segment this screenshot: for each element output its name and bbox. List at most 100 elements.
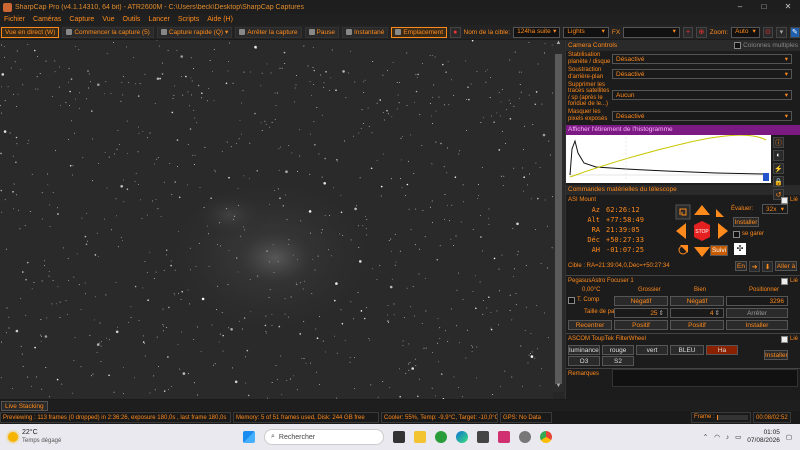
- menu-capture[interactable]: Capture: [65, 16, 98, 23]
- filter-s2-button[interactable]: S2: [602, 356, 634, 366]
- frame-type-select[interactable]: Lights ▾: [563, 26, 609, 38]
- fine-step-stepper[interactable]: 4 ⇕: [670, 308, 724, 318]
- focuser-install-button[interactable]: Installer: [726, 320, 788, 330]
- windows-start-icon[interactable]: [243, 431, 255, 443]
- background-subtraction-select[interactable]: Désactivé ▾: [612, 68, 792, 79]
- store-icon[interactable]: [477, 431, 489, 443]
- filter-green-button[interactable]: vert: [636, 345, 668, 355]
- app-pink-icon[interactable]: [498, 431, 510, 443]
- histogram-header[interactable]: Afficher l'étirement de l'histogramme: [566, 125, 800, 135]
- menu-view[interactable]: Vue: [98, 16, 118, 23]
- weather-widget[interactable]: 22°C Temps dégagé: [8, 429, 128, 445]
- arrow-right-icon[interactable]: ➜: [749, 261, 760, 272]
- edge-icon[interactable]: [456, 431, 468, 443]
- app-green-icon[interactable]: [435, 431, 447, 443]
- stepper-arrows-icon[interactable]: ⇕: [659, 309, 664, 317]
- auto-stretch-icon[interactable]: ⚡: [773, 163, 784, 174]
- arrow-down-icon[interactable]: ⬇: [762, 261, 773, 272]
- focuser-linked-checkbox[interactable]: [780, 277, 788, 285]
- filterwheel-linked-checkbox[interactable]: [780, 335, 788, 343]
- menu-tools[interactable]: Outils: [119, 16, 145, 23]
- zoom-icon[interactable]: ⓘ: [773, 137, 784, 148]
- en-button[interactable]: En: [735, 261, 747, 271]
- multi-column-checkbox[interactable]: [734, 42, 742, 49]
- live-image-view[interactable]: [0, 40, 565, 399]
- remarks-textarea[interactable]: [612, 369, 798, 387]
- histogram-chart[interactable]: [566, 135, 771, 183]
- fine-positive-button[interactable]: Positif: [670, 320, 724, 330]
- rate-select[interactable]: 32x ▾: [762, 204, 788, 214]
- coarse-step-stepper[interactable]: 25 ⇕: [614, 308, 668, 318]
- star: [110, 93, 112, 95]
- planet-stabilization-select[interactable]: Désactivé ▾: [612, 53, 792, 64]
- sharpcap-icon[interactable]: [519, 431, 531, 443]
- fine-negative-button[interactable]: Négatif: [670, 296, 724, 306]
- live-stacking-tab[interactable]: Live Stacking: [1, 401, 48, 411]
- close-button[interactable]: ✕: [776, 0, 800, 14]
- pause-button[interactable]: Pause: [304, 26, 339, 38]
- filter-ha-button[interactable]: Ha: [706, 345, 738, 355]
- camera-controls-header[interactable]: Camera Controls Colonnes multiples: [566, 40, 800, 51]
- park-checkbox[interactable]: [733, 231, 740, 238]
- live-view-button[interactable]: Vue en direct (W): [1, 26, 60, 38]
- zoom-select[interactable]: Auto ▾: [731, 26, 760, 38]
- recenter-button[interactable]: Recentrer: [568, 320, 612, 330]
- clock[interactable]: 01:05 07/08/2026: [747, 429, 780, 445]
- lock-icon[interactable]: 🔒: [773, 176, 784, 187]
- scroll-thumb[interactable]: [555, 54, 562, 384]
- scroll-down-icon[interactable]: ▼: [553, 383, 564, 392]
- file-explorer-icon[interactable]: [414, 431, 426, 443]
- target-name-select[interactable]: 124ha suite ▾: [513, 26, 561, 38]
- speaker-icon[interactable]: ♪: [726, 434, 729, 441]
- mount-linked-checkbox[interactable]: [780, 196, 788, 204]
- mount-grid-icon[interactable]: ✣: [734, 243, 746, 255]
- settings-icon[interactable]: ▾: [776, 26, 787, 38]
- wifi-icon[interactable]: ◠: [714, 433, 720, 441]
- reticle-icon[interactable]: ⊙: [762, 26, 774, 38]
- taskbar-search[interactable]: ⌕ Rechercher: [264, 429, 384, 445]
- pin-icon[interactable]: ✎: [789, 26, 800, 38]
- filter-red-button[interactable]: rouge: [602, 345, 634, 355]
- satellite-trails-select[interactable]: Aucun ▾: [612, 89, 792, 100]
- stepper-arrows-icon[interactable]: ⇕: [715, 309, 720, 317]
- focuser-stop-button[interactable]: Arrêter: [726, 308, 788, 318]
- fx-select[interactable]: ▾: [623, 26, 680, 38]
- maximize-button[interactable]: □: [752, 0, 776, 14]
- battery-icon[interactable]: ▭: [735, 433, 741, 441]
- tcomp-checkbox[interactable]: [568, 297, 575, 304]
- filterwheel-install-button[interactable]: Installer: [764, 350, 788, 360]
- menu-cameras[interactable]: Caméras: [29, 16, 65, 23]
- coarse-positive-button[interactable]: Positif: [614, 320, 668, 330]
- mask-exposed-select[interactable]: Désactivé ▾: [612, 110, 792, 121]
- filter-blue-button[interactable]: BLEU: [670, 345, 704, 355]
- notification-icon[interactable]: ▢: [786, 433, 792, 441]
- goto-button[interactable]: Aller à: [775, 261, 797, 271]
- coarse-negative-button[interactable]: Négatif: [614, 296, 668, 306]
- task-view-icon[interactable]: [393, 431, 405, 443]
- target-icon[interactable]: ⊕: [696, 26, 707, 38]
- start-capture-button[interactable]: Commencer la capture (5): [62, 26, 154, 38]
- filter-luminance-button[interactable]: luminance: [568, 345, 600, 355]
- quick-capture-button[interactable]: Capture rapide (Q) ▾: [156, 26, 233, 38]
- stop-capture-button[interactable]: Arrêter la capture: [235, 26, 302, 38]
- mount-install-button[interactable]: Installer: [733, 217, 759, 227]
- position-field[interactable]: 3296: [726, 296, 788, 306]
- menu-help[interactable]: Aide (H): [203, 16, 237, 23]
- tracking-button[interactable]: Suivi: [710, 245, 728, 256]
- snapshot-button[interactable]: Instantané: [341, 26, 389, 38]
- telescope-header[interactable]: Commandes matérielles du télescope: [566, 185, 800, 195]
- menu-launch[interactable]: Lancer: [144, 16, 173, 23]
- star: [1, 112, 3, 114]
- crosshair-icon[interactable]: +: [682, 26, 694, 38]
- menu-file[interactable]: Fichier: [0, 16, 29, 23]
- image-scrollbar[interactable]: ▲ ▼: [553, 40, 564, 392]
- filter-o3-button[interactable]: O3: [568, 356, 600, 366]
- menu-scripts[interactable]: Scripts: [174, 16, 203, 23]
- chevron-up-icon[interactable]: ⌃: [703, 433, 708, 441]
- placement-button[interactable]: Emplacement: [391, 26, 448, 38]
- minimize-button[interactable]: –: [728, 0, 752, 14]
- record-icon[interactable]: ●: [450, 26, 461, 38]
- contrast-icon[interactable]: ◐: [773, 150, 784, 161]
- chrome-icon[interactable]: [540, 431, 552, 443]
- scroll-up-icon[interactable]: ▲: [553, 40, 564, 49]
